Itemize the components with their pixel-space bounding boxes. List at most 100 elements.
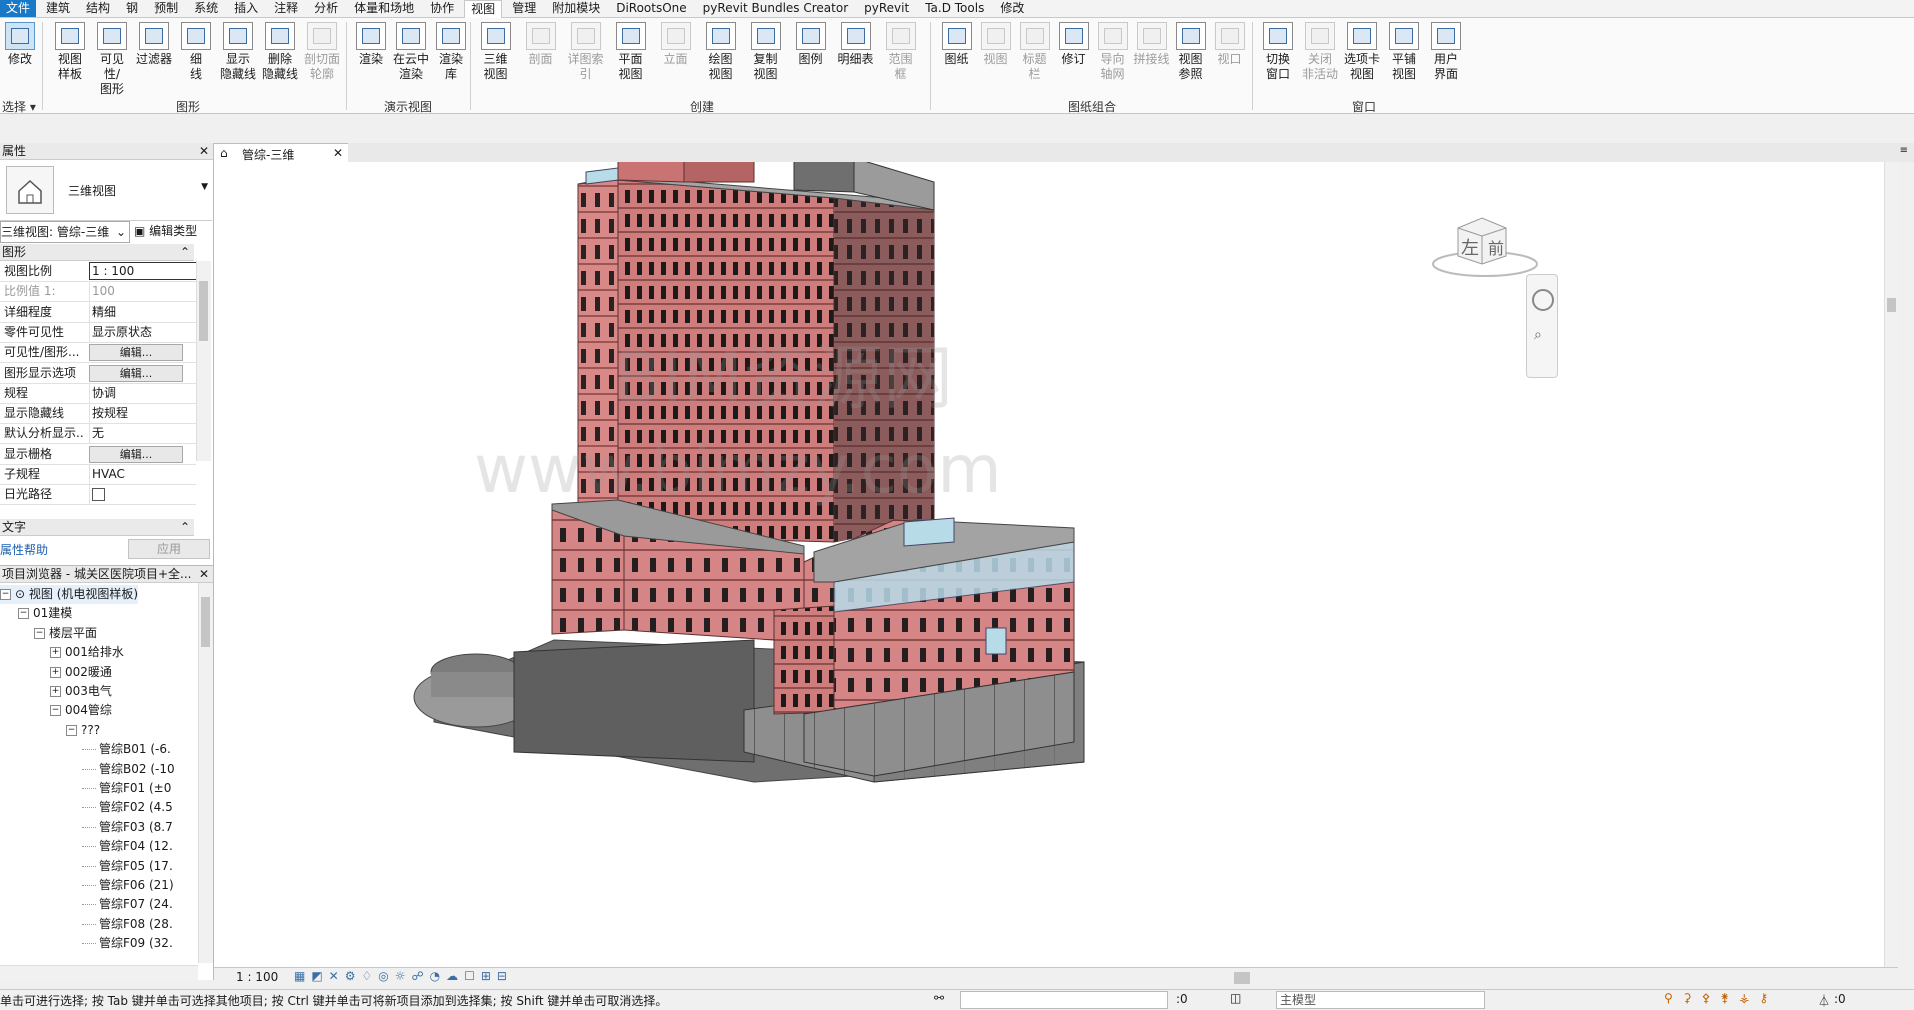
sheet-button-0[interactable]: 图纸 bbox=[938, 22, 975, 67]
tree-item[interactable]: 管综F05 (17. bbox=[82, 857, 173, 876]
view-vscrollbar[interactable] bbox=[1884, 162, 1899, 967]
menu-tab-5[interactable]: 系统 bbox=[188, 0, 224, 17]
section-graphics[interactable]: 图形 ⌃ bbox=[0, 244, 194, 261]
tree-item[interactable]: − 楼层平面 bbox=[34, 624, 97, 643]
expand-icon[interactable]: + bbox=[50, 686, 61, 697]
menu-tab-2[interactable]: 结构 bbox=[80, 0, 116, 17]
instance-filter-dropdown[interactable]: 三维视图: 管综-三维 ⌄ bbox=[0, 221, 130, 243]
collapse-icon[interactable]: − bbox=[0, 589, 11, 600]
window-button-0[interactable]: 切换 窗口 bbox=[1258, 22, 1298, 82]
presentation-button-2[interactable]: 渲染库 bbox=[432, 22, 470, 82]
sun-path-checkbox[interactable] bbox=[89, 484, 198, 505]
presentation-button-0[interactable]: 渲染 bbox=[352, 22, 390, 67]
apply-button[interactable]: 应用 bbox=[128, 539, 210, 559]
view-hscrollbar-thumb[interactable] bbox=[1234, 972, 1250, 984]
tree-item[interactable]: − ⊙ 视图 (机电视图样板) bbox=[0, 585, 139, 604]
menu-tab-17[interactable]: Ta.D Tools bbox=[919, 0, 990, 17]
menu-tab-10[interactable]: 协作 bbox=[424, 0, 460, 17]
tree-item[interactable]: −01建模 bbox=[18, 604, 72, 623]
tree-item[interactable]: +002暖通 bbox=[50, 663, 112, 682]
sheet-button-6[interactable]: 视图 参照 bbox=[1172, 22, 1209, 82]
viewcube[interactable]: 左 前 bbox=[1430, 214, 1540, 284]
expand-icon[interactable]: + bbox=[50, 647, 61, 659]
close-icon[interactable]: ✕ bbox=[199, 143, 209, 159]
property-value[interactable]: 1 : 100 bbox=[89, 262, 199, 280]
view-tab[interactable]: ⌂ 管综-三维 ✕ bbox=[213, 143, 350, 164]
create-button-8[interactable]: 明细表 bbox=[834, 22, 877, 67]
selection-toggle-icons[interactable]: ⚲⚳⚴⚵⚶⚷ bbox=[1664, 991, 1778, 1005]
view-control-icons[interactable]: ▦◩✕⚙♢◎☼☍◔☁☐⊞⊟ bbox=[294, 969, 513, 983]
tree-item[interactable]: −004管综 bbox=[50, 701, 112, 720]
browser-scrollbar[interactable] bbox=[198, 583, 213, 963]
sheet-button-4[interactable]: 导向 轴网 bbox=[1094, 22, 1131, 82]
menu-tab-9[interactable]: 体量和场地 bbox=[348, 0, 420, 17]
sheet-button-5[interactable]: 拼接线 bbox=[1133, 22, 1170, 67]
3d-view-canvas[interactable]: BIM资源网 www.bimzy.com 左 前 ⌕ bbox=[214, 147, 1899, 967]
workset-dropdown[interactable] bbox=[960, 991, 1168, 1009]
viewcube-front-face[interactable]: 前 bbox=[1488, 239, 1504, 258]
create-button-6[interactable]: 复制 视图 bbox=[744, 22, 787, 82]
collapse-icon[interactable]: − bbox=[18, 608, 29, 620]
menu-tab-0[interactable]: 文件 bbox=[0, 0, 37, 17]
graphics-button-6[interactable]: 剖切面 轮廓 bbox=[302, 22, 342, 82]
tree-item[interactable]: 管综B01 (-6. bbox=[82, 740, 171, 759]
collapse-icon[interactable]: − bbox=[66, 724, 77, 736]
tree-item[interactable]: 管综F03 (8.7 bbox=[82, 818, 173, 837]
sheet-button-3[interactable]: 修订 bbox=[1055, 22, 1092, 67]
graphics-button-2[interactable]: 过滤器 bbox=[134, 22, 174, 67]
create-button-9[interactable]: 范围框 bbox=[879, 22, 922, 82]
tree-item[interactable]: 管综B02 (-10 bbox=[82, 760, 175, 779]
tree-item[interactable]: +001给排水 bbox=[50, 643, 124, 662]
window-button-3[interactable]: 平铺 视图 bbox=[1384, 22, 1424, 82]
create-button-4[interactable]: 立面 bbox=[654, 22, 697, 67]
menu-tab-11[interactable]: 视图 bbox=[464, 0, 503, 18]
steering-wheel-icon[interactable] bbox=[1532, 289, 1554, 311]
design-option-dropdown[interactable]: 主模型 bbox=[1276, 991, 1485, 1009]
close-icon[interactable]: ✕ bbox=[199, 566, 209, 582]
section-text[interactable]: 文字 ⌃ bbox=[0, 519, 194, 536]
tree-item[interactable]: 管综F09 (32. bbox=[82, 934, 173, 953]
graphics-button-1[interactable]: 可见性/图形 bbox=[92, 22, 132, 97]
create-button-3[interactable]: 平面 视图 bbox=[609, 22, 652, 82]
design-options-icon[interactable]: ◫ bbox=[1230, 991, 1241, 1005]
expand-icon[interactable]: + bbox=[50, 666, 61, 678]
graphics-button-3[interactable]: 细线 bbox=[176, 22, 216, 82]
graphics-button-5[interactable]: 删除 隐藏线 bbox=[260, 22, 300, 82]
view-scale[interactable]: 1 : 100 bbox=[236, 970, 278, 984]
modify-button[interactable]: 修改 bbox=[4, 22, 36, 67]
tree-item[interactable]: 管综F07 (24. bbox=[82, 895, 173, 914]
scrollbar-thumb[interactable] bbox=[1887, 298, 1896, 312]
create-button-1[interactable]: 剖面 bbox=[519, 22, 562, 67]
sheet-button-1[interactable]: 视图 bbox=[977, 22, 1014, 67]
menu-tab-8[interactable]: 分析 bbox=[308, 0, 344, 17]
properties-help-link[interactable]: 属性帮助 bbox=[0, 541, 48, 558]
tree-item[interactable]: +003电气 bbox=[50, 682, 112, 701]
zoom-icon[interactable]: ⌕ bbox=[1534, 327, 1542, 343]
graphics-button-4[interactable]: 显示 隐藏线 bbox=[218, 22, 258, 82]
type-selector[interactable]: 三维视图 ▼ bbox=[0, 160, 212, 221]
filter-icon[interactable]: ⏃ bbox=[1818, 992, 1830, 1009]
menu-tab-3[interactable]: 钢 bbox=[120, 0, 144, 17]
scrollbar-thumb[interactable] bbox=[199, 281, 208, 341]
menu-tab-1[interactable]: 建筑 bbox=[40, 0, 76, 17]
tab-list-menu-icon[interactable]: ≡ bbox=[1900, 145, 1908, 156]
tree-item[interactable]: 管综F06 (21) bbox=[82, 876, 174, 895]
group-label-select[interactable]: 选择 ▾ bbox=[2, 98, 36, 115]
sheet-button-2[interactable]: 标题栏 bbox=[1016, 22, 1053, 82]
tree-item[interactable]: 管综F08 (28. bbox=[82, 915, 173, 934]
property-edit-button[interactable]: 编辑... bbox=[89, 364, 183, 382]
tree-item[interactable]: 管综F04 (12. bbox=[82, 837, 173, 856]
menu-tab-7[interactable]: 注释 bbox=[268, 0, 304, 17]
browser-hscrollbar[interactable] bbox=[0, 965, 198, 980]
properties-scrollbar[interactable] bbox=[196, 261, 211, 461]
create-button-0[interactable]: 三维 视图 bbox=[474, 22, 517, 82]
scrollbar-thumb[interactable] bbox=[201, 597, 210, 647]
menu-tab-15[interactable]: pyRevit Bundles Creator bbox=[697, 0, 854, 17]
tree-item[interactable]: 管综F02 (4.5 bbox=[82, 798, 173, 817]
presentation-button-1[interactable]: 在云中 渲染 bbox=[392, 22, 430, 82]
collapse-icon[interactable]: − bbox=[34, 627, 45, 639]
menu-tab-13[interactable]: 附加模块 bbox=[546, 0, 606, 17]
property-edit-button[interactable]: 编辑... bbox=[89, 344, 183, 362]
menu-tab-16[interactable]: pyRevit bbox=[858, 0, 915, 17]
menu-tab-14[interactable]: DiRootsOne bbox=[610, 0, 692, 17]
